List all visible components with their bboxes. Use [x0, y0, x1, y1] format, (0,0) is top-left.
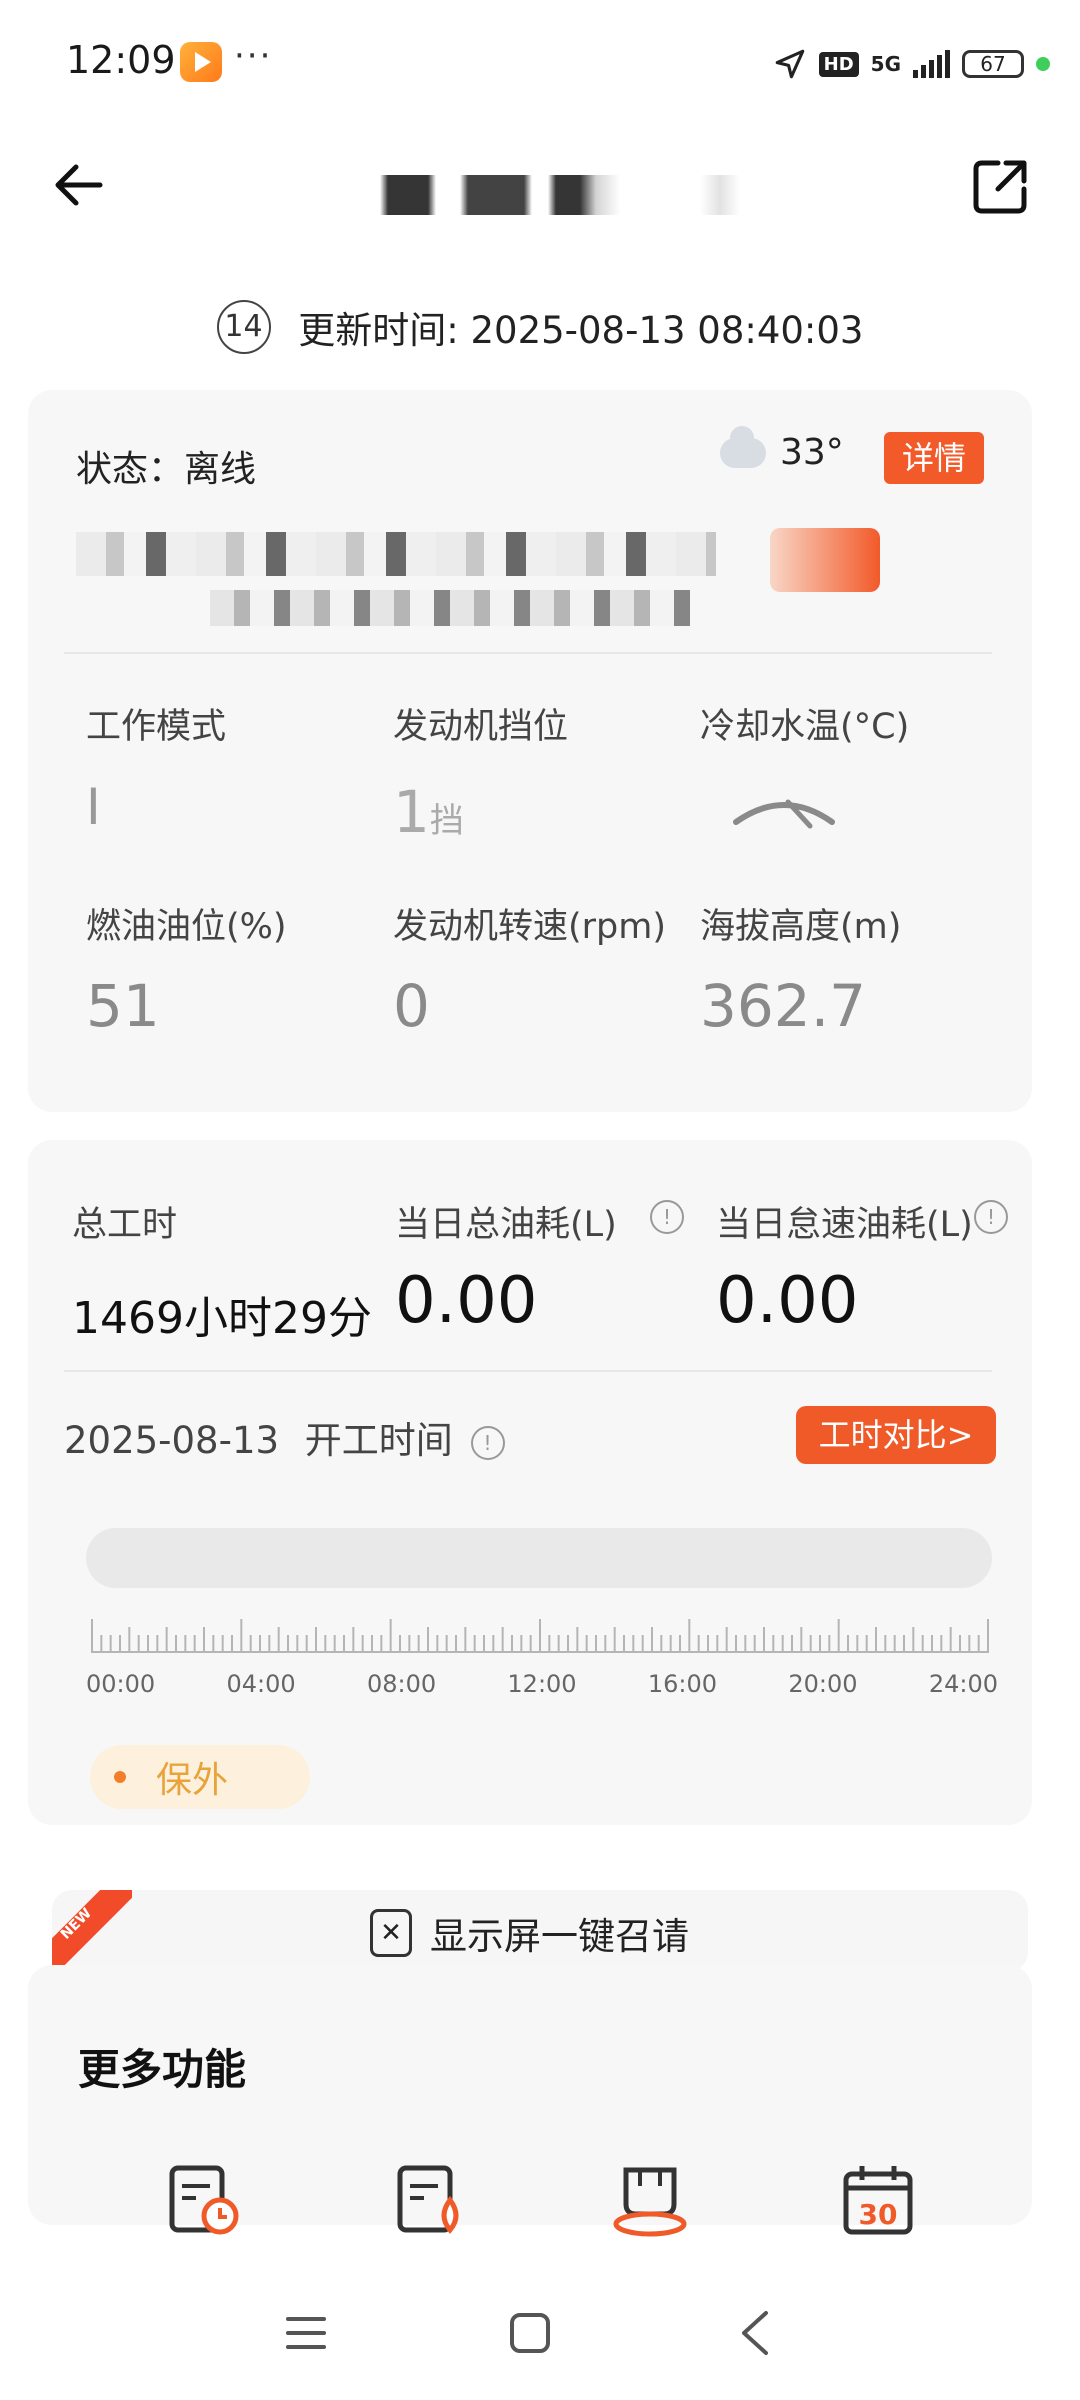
timeline-label: 24:00: [928, 1670, 998, 1698]
hours-compare-button[interactable]: 工时对比>: [796, 1406, 996, 1464]
signal-icon: [913, 50, 950, 78]
info-icon[interactable]: !: [650, 1200, 684, 1234]
metric-value-group: 1挡: [393, 778, 464, 846]
work-date-line: 2025-08-13 开工时间 !: [64, 1410, 505, 1464]
timeline-label: 00:00: [86, 1670, 156, 1698]
menu-icon[interactable]: [284, 2313, 328, 2353]
start-time-label: 开工时间: [304, 1419, 453, 1462]
page-title-redacted: [340, 175, 740, 215]
battery-level: 67: [980, 52, 1006, 76]
warranty-badge: 保外: [90, 1745, 310, 1809]
timeline-label: 04:00: [226, 1670, 296, 1698]
timeline-label: 16:00: [647, 1670, 718, 1698]
timeline-label: 20:00: [788, 1670, 858, 1698]
metric-label: 燃油油位(%): [86, 907, 287, 947]
update-time: 14 更新时间: 2025-08-13 08:40:03: [0, 300, 1080, 354]
total-hours-value: 1469小时29分: [72, 1293, 372, 1344]
update-time-text: 更新时间: 2025-08-13 08:40:03: [298, 309, 864, 352]
back-nav-icon[interactable]: [738, 2309, 772, 2357]
more-notifications-icon: ···: [234, 36, 273, 76]
network-5g-label: 5G: [870, 52, 901, 76]
info-icon[interactable]: !: [974, 1200, 1008, 1234]
redacted-badge: [770, 528, 880, 592]
metric-unit: 挡: [429, 801, 464, 841]
machine-info-redacted: [76, 532, 716, 576]
warranty-dot-icon: [114, 1771, 126, 1783]
metric-value: 51: [86, 972, 160, 1040]
home-icon[interactable]: [508, 2311, 552, 2355]
weather: 33°: [720, 425, 844, 473]
total-hours-label: 总工时: [72, 1205, 178, 1245]
work-date: 2025-08-13: [64, 1419, 280, 1462]
metric-value: 1: [393, 778, 430, 846]
metric-label: 发动机挡位: [393, 707, 569, 747]
system-navigation-bar: [0, 2265, 1080, 2400]
calendar-number: 30: [859, 2198, 898, 2231]
fuel-report-icon[interactable]: [392, 2160, 472, 2240]
share-icon[interactable]: [968, 155, 1032, 219]
info-icon[interactable]: !: [470, 1425, 505, 1460]
machine-status-card: [28, 390, 1032, 1112]
coolant-gauge-icon: [733, 799, 835, 829]
recall-label-group: ✕ 显示屏一键召请: [370, 1906, 689, 1960]
more-functions-title: 更多功能: [78, 2045, 247, 2094]
battery-icon: 67: [962, 50, 1024, 78]
machine-area-icon[interactable]: [610, 2160, 690, 2240]
divider: [64, 1370, 992, 1372]
timeline-label: 12:00: [507, 1670, 577, 1698]
timeline-label: 08:00: [366, 1670, 437, 1698]
tools-icon: ✕: [370, 1909, 412, 1957]
schedule-report-icon[interactable]: [164, 2160, 244, 2240]
metric-value: 0: [393, 972, 430, 1040]
update-count-icon: 14: [216, 300, 271, 354]
temperature: 33°: [780, 432, 844, 473]
warranty-text: 保外: [156, 1760, 229, 1801]
back-arrow-icon[interactable]: [50, 155, 110, 215]
daily-fuel-label: 当日总油耗(L): [395, 1205, 617, 1245]
metric-value: I: [86, 778, 101, 836]
metric-label: 海拔高度(m): [700, 907, 902, 947]
work-timeline-bar: [86, 1528, 992, 1588]
timeline-ticks: [91, 1619, 989, 1653]
location-arrow-icon: [775, 49, 804, 79]
status-indicators: HD 5G 67: [773, 44, 1050, 84]
machine-address-redacted: [210, 590, 690, 626]
privacy-dot-icon: [1036, 57, 1050, 71]
metric-label: 工作模式: [86, 707, 227, 747]
hd-icon: HD: [818, 51, 859, 77]
idle-fuel-value: 0.00: [716, 1264, 859, 1338]
recall-label: 显示屏一键召请: [430, 1915, 689, 1958]
app-icon: [180, 42, 222, 82]
detail-button[interactable]: 详情: [884, 432, 984, 484]
idle-fuel-label: 当日怠速油耗(L): [716, 1205, 973, 1245]
calendar-icon[interactable]: 30: [838, 2160, 918, 2240]
status-time: 12:09: [66, 38, 176, 82]
metric-label: 发动机转速(rpm): [393, 907, 667, 947]
metric-label: 冷却水温(°C): [700, 707, 910, 747]
timeline-labels: 00:00 04:00 08:00 12:00 16:00 20:00 24:0…: [86, 1670, 998, 1698]
cloudy-weather-icon: [720, 425, 766, 468]
metric-value: 362.7: [700, 972, 867, 1040]
daily-fuel-value: 0.00: [395, 1264, 538, 1338]
machine-status: 状态：离线: [76, 449, 257, 490]
divider: [64, 652, 992, 654]
